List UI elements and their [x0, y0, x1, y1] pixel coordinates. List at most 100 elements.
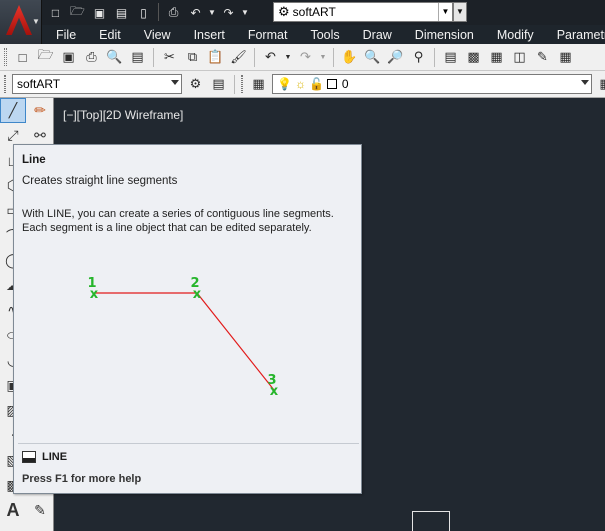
tooltip-subtitle: Creates straight line segments — [22, 175, 178, 187]
redo-icon[interactable]: ↷ — [219, 3, 238, 22]
menu-insert[interactable]: Insert — [180, 28, 234, 42]
open-folder-icon[interactable]: 🗁 — [68, 3, 87, 22]
layer-select[interactable]: 💡 ☼ 🔓 0 — [272, 74, 592, 94]
menu-modify[interactable]: Modify — [483, 28, 543, 42]
toolbar-grip[interactable] — [241, 75, 243, 93]
command-name: LINE — [42, 451, 68, 463]
settings-gear-icon[interactable]: ⚙ — [186, 75, 205, 94]
illustration-points: x1x2x3 — [87, 276, 278, 399]
layer-value: 0 — [341, 77, 349, 91]
illustration-line-segments — [94, 292, 275, 391]
undo-icon[interactable]: ↶ — [186, 3, 205, 22]
layer-color-swatch — [326, 79, 337, 89]
line-illustration: x1x2x3 — [87, 276, 278, 399]
app-logo-icon — [6, 5, 32, 35]
undo-dropdown-icon[interactable]: ▼ — [208, 3, 216, 22]
workspace-select[interactable]: ⚙ softART ▼ — [273, 2, 453, 22]
menu-bar: File Edit View Insert Format Tools Draw Dimensi… — [42, 25, 605, 44]
layer-states-icon[interactable]: ▦ — [249, 75, 268, 94]
menu-file[interactable]: File — [42, 28, 85, 42]
menu-parametric[interactable]: Parametric — [543, 28, 605, 42]
redo-dropdown-icon[interactable]: ▼ — [241, 3, 249, 22]
style-value: softART — [17, 77, 61, 91]
customize-qat-button[interactable]: ▼ — [453, 2, 467, 22]
line-tool-tooltip: Line Creates straight line segments With… — [13, 144, 362, 494]
command-line-icon — [22, 451, 36, 463]
tooltip-description: With LINE, you can create a series of co… — [22, 207, 358, 235]
sheet-set-icon[interactable]: ◫ — [510, 48, 529, 67]
undo-dropdown-icon[interactable]: ▼ — [284, 48, 292, 67]
chevron-down-icon: ▼ — [438, 3, 452, 21]
separator — [153, 47, 154, 67]
make-current-layer-icon[interactable]: ▦ — [596, 75, 605, 94]
tooltip-description-line: Each segment is a line object that can b… — [22, 222, 312, 234]
open-folder-icon[interactable]: 🗁 — [36, 47, 55, 67]
design-center-icon[interactable]: ▩ — [464, 48, 483, 67]
separator — [434, 47, 435, 67]
pan-icon[interactable]: ✋ — [340, 48, 359, 67]
application-menu-button[interactable]: ▼ — [0, 0, 42, 44]
quick-access-toolbar: □ 🗁 ▣ ▤ ▯ ⎙ ↶ ▼ ↷ ▼ ⚙ softART ▼ ▼ — [0, 0, 605, 25]
tooltip-command: LINE — [22, 451, 67, 463]
chevron-down-icon — [581, 80, 589, 85]
save-icon[interactable]: ▣ — [59, 48, 78, 67]
properties-icon[interactable]: ▤ — [441, 48, 460, 67]
zoom-previous-icon[interactable]: ⚲ — [409, 48, 428, 67]
separator — [234, 74, 235, 94]
print-icon[interactable]: ⎙ — [82, 48, 101, 67]
markup-icon[interactable]: ✎ — [533, 48, 552, 67]
paste-icon[interactable]: 📋 — [206, 48, 225, 67]
print-icon[interactable]: ⎙ — [164, 3, 183, 22]
undo-icon[interactable]: ↶ — [261, 48, 280, 67]
copy-icon[interactable]: ⧉ — [183, 48, 202, 67]
zoom-realtime-icon[interactable]: 🔍 — [363, 48, 382, 67]
multiline-text-icon[interactable]: A — [0, 498, 26, 523]
toolbar-grip[interactable] — [4, 48, 7, 66]
menu-draw[interactable]: Draw — [349, 28, 401, 42]
menu-view[interactable]: View — [130, 28, 180, 42]
save-icon[interactable]: ▣ — [90, 3, 109, 22]
new-file-icon[interactable]: □ — [13, 48, 32, 67]
tooltip-description-line: With LINE, you can create a series of co… — [22, 208, 334, 220]
separator — [333, 47, 334, 67]
new-file-icon[interactable]: □ — [46, 3, 65, 22]
gear-icon: ⚙ — [278, 4, 290, 19]
redo-dropdown-icon[interactable]: ▼ — [319, 48, 327, 67]
match-properties-icon[interactable]: 🖌 — [229, 48, 248, 67]
tooltip-title: Line — [22, 154, 46, 166]
save-as-icon[interactable]: ▤ — [112, 3, 131, 22]
layer-properties-icon[interactable]: ▤ — [209, 75, 228, 94]
line-tool-icon[interactable]: ╱ — [0, 98, 26, 123]
separator — [158, 3, 159, 21]
sun-icon: ☼ — [294, 77, 306, 91]
separator — [254, 47, 255, 67]
tooltip-divider — [18, 443, 359, 444]
zoom-window-icon[interactable]: 🔎 — [386, 48, 405, 67]
point-number-label: 1 — [87, 276, 96, 291]
cut-icon[interactable]: ✂ — [160, 48, 179, 67]
calculator-icon[interactable]: ▦ — [556, 48, 575, 67]
style-select[interactable]: softART — [12, 74, 182, 94]
chevron-down-icon: ▼ — [32, 17, 40, 26]
redo-icon[interactable]: ↷ — [296, 48, 315, 67]
menu-tools[interactable]: Tools — [296, 28, 348, 42]
print-preview-icon[interactable]: 🔍 — [105, 48, 124, 67]
point-number-label: 3 — [267, 373, 276, 388]
edit-text-icon[interactable]: ✎ — [27, 498, 53, 523]
tooltip-help-hint: Press F1 for more help — [22, 473, 142, 485]
publish-icon[interactable]: ▯ — [134, 3, 153, 22]
tool-palettes-icon[interactable]: ▦ — [487, 48, 506, 67]
quick-access-icons: □ 🗁 ▣ ▤ ▯ ⎙ ↶ ▼ ↷ ▼ — [46, 3, 249, 22]
viewport-controls-label[interactable]: [−][Top][2D Wireframe] — [63, 108, 183, 122]
menu-edit[interactable]: Edit — [85, 28, 130, 42]
toolbar-grip[interactable] — [4, 75, 6, 93]
workspace-value: softART — [292, 5, 336, 19]
publish-icon[interactable]: ▤ — [128, 48, 147, 67]
layers-toolbar: softART ⚙ ▤ ▦ 💡 ☼ 🔓 0 ▦ ▤ — [0, 71, 605, 98]
cursor-pickbox — [412, 511, 450, 531]
menu-format[interactable]: Format — [234, 28, 297, 42]
menu-dimension[interactable]: Dimension — [401, 28, 483, 42]
standard-toolbar: □ 🗁 ▣ ⎙ 🔍 ▤ ✂ ⧉ 📋 🖌 ↶ ▼ ↷ ▼ ✋ 🔍 🔎 ⚲ ▤ ▩ … — [0, 44, 605, 71]
point-number-label: 2 — [190, 276, 199, 291]
erase-icon[interactable]: ✏ — [27, 98, 53, 123]
